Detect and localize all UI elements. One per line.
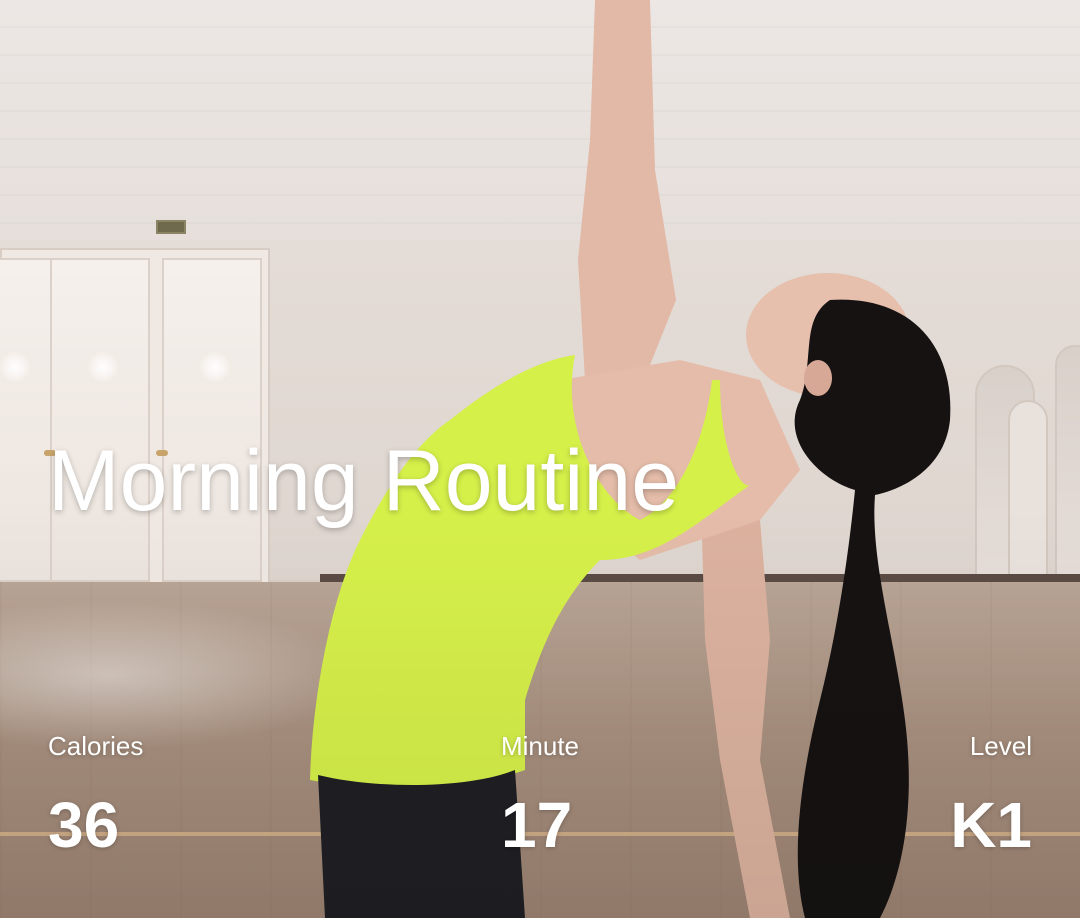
stat-label: Level [969,731,1032,761]
stat-label: Calories [48,731,144,761]
workout-title: Morning Routine [48,433,680,529]
stat-level: Level K1 [950,728,1032,860]
stat-value: K1 [950,789,1032,861]
stat-minute: Minute 17 [501,728,579,860]
workout-hero-card[interactable]: Morning Routine Calories 36 Minute 17 Le… [0,0,1080,918]
stat-value: 36 [48,789,120,861]
stat-value: 17 [500,789,573,861]
workout-stats: Calories 36 Minute 17 Level K1 [48,728,1032,868]
stat-label: Minute [500,731,580,761]
stat-calories: Calories 36 [48,728,143,860]
